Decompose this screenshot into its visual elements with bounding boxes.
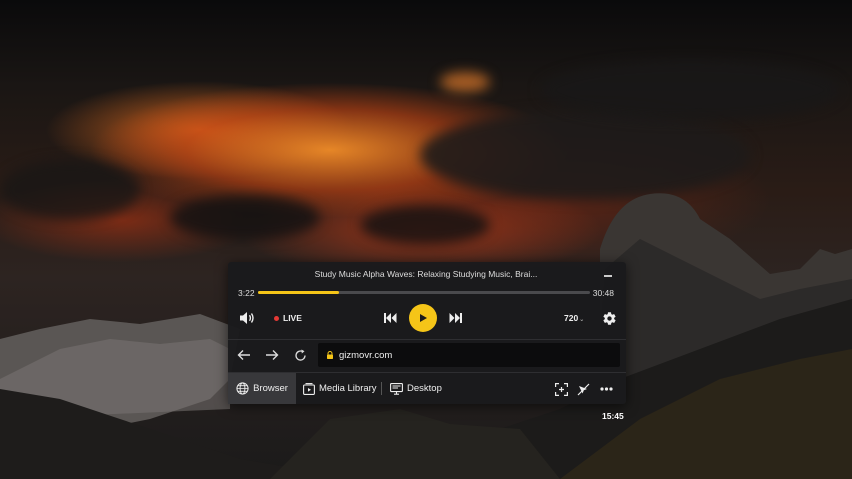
previous-button[interactable] [382, 310, 398, 326]
lock-icon [327, 351, 333, 359]
live-indicator: LIVE [274, 313, 302, 323]
browser-navigation: gizmovr.com [228, 343, 626, 367]
seek-bar[interactable] [258, 291, 590, 294]
globe-icon [236, 382, 249, 395]
divider [228, 339, 626, 340]
skip-next-icon [449, 313, 462, 323]
reload-button[interactable] [292, 347, 308, 363]
elapsed-time: 3:22 [238, 288, 255, 298]
chevron-down-icon: ⌄ [579, 317, 585, 323]
background-wallpaper [0, 0, 852, 479]
title-bar: Study Music Alpha Waves: Relaxing Studyi… [228, 268, 626, 282]
tab-media-library-label: Media Library [319, 383, 377, 394]
quality-selector[interactable]: 720⌄ [564, 313, 584, 323]
volume-icon [240, 312, 254, 324]
forward-button[interactable] [264, 347, 280, 363]
play-button[interactable] [409, 304, 437, 332]
more-icon [599, 387, 613, 391]
live-dot-icon [274, 315, 279, 321]
total-duration: 30:48 [592, 288, 614, 298]
skip-previous-icon [383, 313, 396, 323]
media-library-icon [303, 382, 315, 395]
video-title: Study Music Alpha Waves: Relaxing Studyi… [314, 269, 538, 279]
tab-desktop-label: Desktop [407, 383, 442, 394]
volume-button[interactable] [238, 309, 256, 327]
system-clock: 15:45 [602, 411, 624, 421]
pointer-toggle-button[interactable] [575, 381, 591, 397]
settings-button[interactable] [601, 310, 617, 326]
tab-media-library[interactable]: Media Library [303, 373, 377, 404]
address-bar[interactable]: gizmovr.com [318, 343, 620, 367]
playback-controls: LIVE 720⌄ [228, 304, 626, 332]
next-button[interactable] [447, 310, 463, 326]
more-button[interactable] [598, 381, 614, 397]
seek-bar-fill [258, 291, 340, 294]
bottom-tab-bar: Browser Media Library Desktop [228, 373, 626, 404]
arrow-right-icon [266, 350, 279, 360]
pointer-off-icon [577, 383, 589, 395]
reload-icon [294, 349, 306, 361]
tab-browser-label: Browser [253, 383, 288, 394]
media-player-panel: Study Music Alpha Waves: Relaxing Studyi… [228, 262, 626, 404]
gear-icon [602, 311, 616, 325]
tab-desktop[interactable]: Desktop [390, 373, 442, 404]
monitor-icon [390, 382, 403, 395]
minimize-button[interactable] [602, 269, 614, 281]
play-icon [420, 314, 427, 322]
arrow-left-icon [237, 350, 250, 360]
back-button[interactable] [236, 347, 252, 363]
quality-value: 720 [564, 313, 579, 323]
tab-separator [381, 382, 382, 395]
tab-browser[interactable]: Browser [228, 373, 296, 404]
url-text: gizmovr.com [339, 349, 393, 361]
recenter-icon [554, 382, 568, 396]
recenter-button[interactable] [553, 381, 569, 397]
live-label: LIVE [283, 313, 302, 323]
